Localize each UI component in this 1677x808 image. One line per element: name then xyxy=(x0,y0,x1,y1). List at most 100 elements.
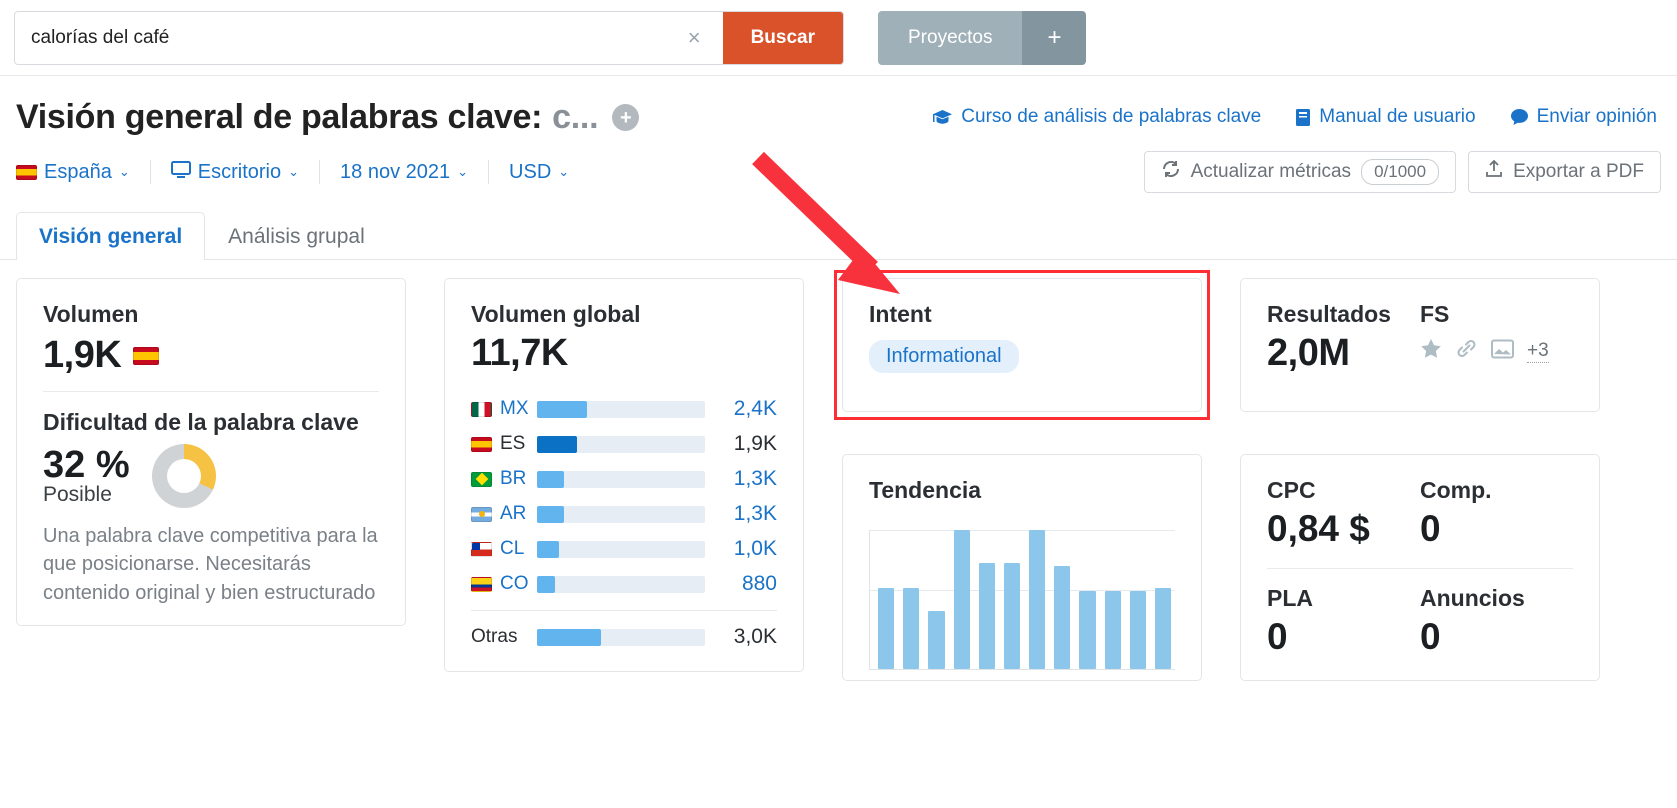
country-volume-value[interactable]: 1,0K xyxy=(705,537,777,561)
filter-date[interactable]: 18 nov 2021 ⌄ xyxy=(320,161,488,184)
volume-bar xyxy=(537,435,705,453)
country-code-cl[interactable]: CL xyxy=(471,538,537,560)
pla-label: PLA xyxy=(1267,585,1313,611)
flag-co-icon xyxy=(471,576,492,592)
country-volume-value[interactable]: 1,3K xyxy=(705,502,777,526)
bar xyxy=(1054,566,1071,669)
tab-overview[interactable]: Visión general xyxy=(16,212,206,260)
keyword-difficulty-description: Una palabra clave competitiva para la qu… xyxy=(43,524,378,604)
volume-bar xyxy=(537,400,705,418)
volume-value: 1,9K xyxy=(43,334,122,376)
flag-ar-icon xyxy=(471,506,492,522)
image-icon[interactable] xyxy=(1491,339,1514,364)
link-icon[interactable] xyxy=(1455,338,1478,364)
card-global-volume: Volumen global 11,7K MX 2,4K ES 1,9K BR … xyxy=(444,278,804,672)
link-send-feedback-label: Enviar opinión xyxy=(1536,106,1657,127)
country-code-label: CO xyxy=(500,573,529,594)
search-button[interactable]: Buscar xyxy=(722,11,843,64)
volume-bar xyxy=(537,470,705,488)
cpc-value: 0,84 $ xyxy=(1267,508,1370,549)
list-item[interactable]: BR 1,3K xyxy=(471,467,777,491)
list-item[interactable]: ES 1,9K xyxy=(471,432,777,456)
link-keyword-course[interactable]: Curso de análisis de palabras clave xyxy=(932,106,1261,128)
global-volume-list: MX 2,4K ES 1,9K BR 1,3K AR 1,3K CL 1,0K … xyxy=(471,397,777,649)
metrics-grid: Volumen 1,9K Dificultad de la palabra cl… xyxy=(0,260,1677,681)
ads-label: Anuncios xyxy=(1420,585,1525,611)
filter-country[interactable]: España ⌄ xyxy=(16,161,150,184)
bar xyxy=(953,530,970,669)
page-title: Visión general de palabras clave: c... + xyxy=(16,98,640,137)
list-item[interactable]: MX 2,4K xyxy=(471,397,777,421)
fs-icon-list: +3 xyxy=(1420,338,1573,364)
bar xyxy=(928,610,945,669)
country-code-co[interactable]: CO xyxy=(471,573,537,595)
search-input[interactable] xyxy=(29,25,680,50)
list-item[interactable]: CL 1,0K xyxy=(471,537,777,561)
global-volume-label: Volumen global xyxy=(471,301,641,327)
trend-chart xyxy=(869,530,1175,670)
card-cpc: CPC 0,84 $ Comp. 0 PLA 0 Anuncios 0 xyxy=(1240,454,1600,681)
country-code-label: BR xyxy=(500,468,527,489)
search-input-container[interactable]: × xyxy=(15,12,723,64)
filter-device[interactable]: Escritorio ⌄ xyxy=(151,160,319,184)
pla-value: 0 xyxy=(1267,616,1288,657)
fs-more-label[interactable]: +3 xyxy=(1527,340,1549,363)
results-value: 2,0M xyxy=(1267,332,1350,374)
speech-bubble-icon xyxy=(1510,108,1529,126)
intent-trend-column: Intent Informational Tendencia xyxy=(834,270,1210,681)
link-keyword-course-label: Curso de análisis de palabras clave xyxy=(961,106,1262,127)
add-project-button[interactable]: + xyxy=(1022,10,1087,65)
top-search-bar: × Buscar Proyectos + xyxy=(0,0,1677,76)
tab-bar: Visión general Análisis grupal xyxy=(0,211,1677,260)
other-countries-label: Otras xyxy=(471,626,518,647)
projects-button[interactable]: Proyectos xyxy=(878,10,1023,65)
link-send-feedback[interactable]: Enviar opinión xyxy=(1510,106,1657,128)
chevron-down-icon: ⌄ xyxy=(558,164,570,179)
bar xyxy=(1154,588,1172,669)
country-volume-value[interactable]: 2,4K xyxy=(705,397,777,421)
trend-label: Tendencia xyxy=(869,477,982,503)
volume-bar xyxy=(537,575,705,593)
tab-group-analysis[interactable]: Análisis grupal xyxy=(205,212,388,260)
list-item-other: Otras 3,0K xyxy=(471,625,777,649)
clear-search-icon[interactable]: × xyxy=(680,26,709,49)
keyword-difficulty-label: Dificultad de la palabra clave xyxy=(43,409,359,435)
list-item[interactable]: AR 1,3K xyxy=(471,502,777,526)
export-pdf-button[interactable]: Exportar a PDF xyxy=(1468,151,1661,193)
country-code-br[interactable]: BR xyxy=(471,468,537,490)
country-volume-value[interactable]: 880 xyxy=(705,572,777,596)
divider xyxy=(1267,568,1573,569)
keyword-difficulty-donut xyxy=(151,443,216,508)
header-links: Curso de análisis de palabras clave Manu… xyxy=(932,106,1661,128)
cpc-label: CPC xyxy=(1267,477,1316,503)
bar xyxy=(978,563,995,669)
volume-bar xyxy=(537,540,705,558)
page-header: Visión general de palabras clave: c... +… xyxy=(0,76,1677,193)
bar xyxy=(1003,563,1021,669)
bar xyxy=(1104,591,1121,669)
intent-badge[interactable]: Informational xyxy=(869,340,1019,373)
volume-bar xyxy=(537,628,705,646)
filter-currency-label: USD xyxy=(509,160,552,183)
flag-cl-icon xyxy=(471,541,492,557)
refresh-metrics-button[interactable]: Actualizar métricas 0/1000 xyxy=(1143,151,1457,193)
country-code-ar[interactable]: AR xyxy=(471,503,537,525)
card-results: Resultados 2,0M FS +3 xyxy=(1240,278,1600,412)
search-box[interactable]: × Buscar xyxy=(14,10,844,65)
chevron-down-icon: ⌄ xyxy=(118,164,130,179)
bar xyxy=(1129,591,1146,669)
bar xyxy=(1029,530,1046,669)
country-code-mx[interactable]: MX xyxy=(471,398,537,420)
country-code-label: MX xyxy=(500,398,529,419)
filter-currency[interactable]: USD ⌄ xyxy=(489,161,589,184)
bar xyxy=(878,588,895,669)
country-volume-value: 1,9K xyxy=(733,432,777,455)
link-user-manual[interactable]: Manual de usuario xyxy=(1295,106,1476,128)
country-code-label: CL xyxy=(500,538,525,559)
star-icon[interactable] xyxy=(1420,338,1442,364)
add-keyword-icon[interactable]: + xyxy=(612,104,640,131)
list-item[interactable]: CO 880 xyxy=(471,572,777,596)
link-user-manual-label: Manual de usuario xyxy=(1319,106,1476,127)
projects-group[interactable]: Proyectos + xyxy=(878,10,1087,65)
country-volume-value[interactable]: 1,3K xyxy=(705,467,777,491)
